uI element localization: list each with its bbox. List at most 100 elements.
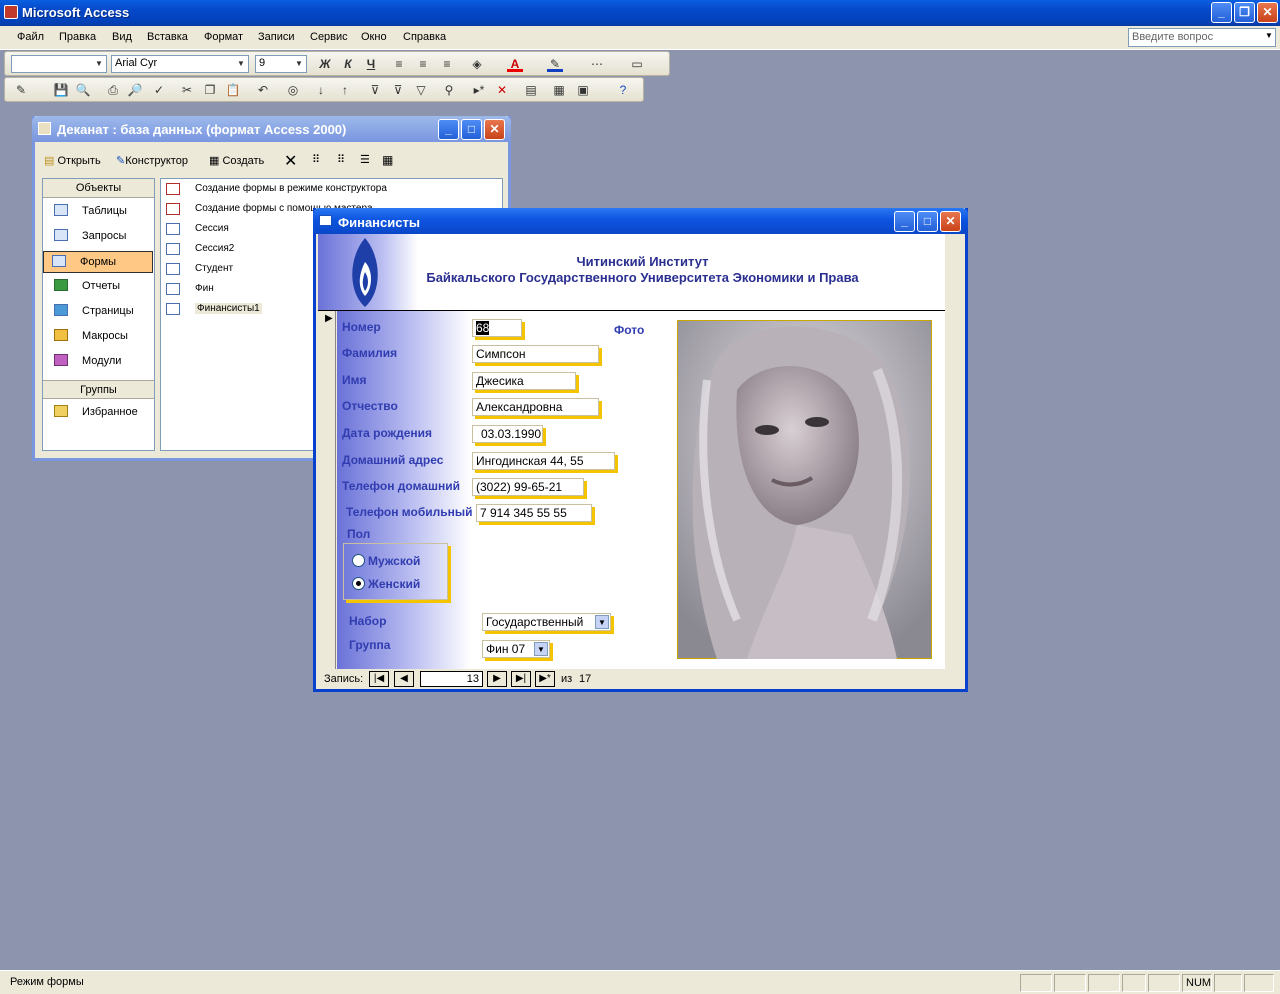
db-minimize-button[interactable]: _ (438, 119, 459, 140)
record-selector[interactable] (318, 311, 336, 669)
form-maximize-button[interactable]: □ (917, 211, 938, 232)
list-item-selected[interactable]: Финансисты1 (166, 301, 306, 319)
menu-window[interactable]: Окно (361, 31, 387, 43)
gender-male-radio[interactable] (352, 554, 365, 567)
underline-icon[interactable]: Ч (363, 56, 379, 72)
filter-selection-icon[interactable]: ⊽ (367, 82, 383, 98)
surname-field[interactable]: Симпсон (472, 345, 599, 363)
intake-dropdown-arrow-icon[interactable]: ▼ (595, 615, 609, 629)
address-field[interactable]: Ингодинская 44, 55 (472, 452, 615, 470)
db-delete-icon[interactable]: ✕ (284, 151, 297, 171)
copy-icon[interactable]: ❐ (202, 82, 218, 98)
menu-edit[interactable]: Правка (59, 31, 96, 43)
object-macros[interactable]: Макросы (46, 326, 152, 348)
help-dropdown-arrow-icon[interactable]: ▼ (1265, 31, 1273, 40)
home-phone-field[interactable]: (3022) 99-65-21 (472, 478, 584, 496)
db-create-button[interactable]: ▦ Создать (209, 154, 264, 167)
name-field[interactable]: Джесика (472, 372, 576, 390)
list-item[interactable]: Сессия2 (166, 241, 306, 259)
properties-icon[interactable]: ▤ (523, 82, 539, 98)
group-combo[interactable]: Фин 07 ▼ (482, 640, 550, 658)
font-color-icon[interactable]: A (507, 56, 523, 72)
italic-icon[interactable]: К (340, 56, 356, 72)
form-close-button[interactable]: ✕ (940, 211, 961, 232)
menu-file[interactable]: Файл (17, 31, 44, 43)
db-maximize-button[interactable]: □ (461, 119, 482, 140)
last-record-button[interactable]: ▶| (511, 671, 531, 687)
menu-insert[interactable]: Вставка (147, 31, 188, 43)
record-number-field[interactable]: 13 (420, 671, 483, 687)
birthdate-field[interactable]: 03.03.1990 (472, 425, 543, 443)
cut-icon[interactable]: ✂ (179, 82, 195, 98)
first-record-button[interactable]: |◀ (369, 671, 389, 687)
list-view-icon[interactable]: ☰ (360, 153, 370, 166)
group-dropdown-arrow-icon[interactable]: ▼ (534, 642, 548, 656)
sort-descending-icon[interactable]: ↑ (337, 82, 353, 98)
help-question-input[interactable]: Введите вопрос (1128, 28, 1276, 47)
align-center-icon[interactable]: ≡ (415, 56, 431, 72)
line-color-icon[interactable]: ✎ (547, 56, 563, 72)
spelling-icon[interactable]: ✓ (151, 82, 167, 98)
previous-record-button[interactable]: ◀ (394, 671, 414, 687)
list-item[interactable]: Сессия (166, 221, 306, 239)
apply-filter-icon[interactable]: ▽ (413, 82, 429, 98)
close-button[interactable]: ✕ (1257, 2, 1278, 23)
number-field[interactable]: 68 (472, 319, 522, 337)
database-window-icon[interactable]: ▦ (551, 82, 567, 98)
print-icon[interactable]: ⎙ (105, 82, 121, 98)
object-modules[interactable]: Модули (46, 351, 152, 373)
special-effect-icon[interactable]: ▭ (629, 56, 645, 72)
minimize-button[interactable]: _ (1211, 2, 1232, 23)
db-open-button[interactable]: ▤ Открыть (44, 154, 101, 167)
search-file-icon[interactable]: 🔍 (75, 82, 91, 98)
db-close-button[interactable]: ✕ (484, 119, 505, 140)
bold-icon[interactable]: Ж (317, 56, 333, 72)
new-record-button[interactable]: ▶* (535, 671, 555, 687)
details-view-icon[interactable]: ▦ (382, 153, 393, 167)
sort-ascending-icon[interactable]: ↓ (313, 82, 329, 98)
object-reports[interactable]: Отчеты (46, 276, 152, 298)
menu-help[interactable]: Справка (403, 31, 446, 43)
object-queries[interactable]: Запросы (46, 226, 152, 248)
restore-button[interactable]: ❐ (1234, 2, 1255, 23)
view-icon[interactable]: ✎ (13, 82, 29, 98)
form-minimize-button[interactable]: _ (894, 211, 915, 232)
undo-icon[interactable]: ↶ (255, 82, 271, 98)
filter-form-icon[interactable]: ⊽ (390, 82, 406, 98)
group-favorites[interactable]: Избранное (46, 402, 152, 424)
db-design-button[interactable]: ✎Конструктор (116, 154, 188, 167)
small-icons-icon[interactable]: ⠿ (337, 153, 345, 166)
gender-female-radio[interactable] (352, 577, 365, 590)
align-left-icon[interactable]: ≡ (391, 56, 407, 72)
print-preview-icon[interactable]: 🔎 (127, 82, 143, 98)
object-combo[interactable]: ▼ (11, 55, 107, 73)
list-item[interactable]: Студент (166, 261, 306, 279)
menu-format[interactable]: Формат (204, 31, 243, 43)
menu-tools[interactable]: Сервис (310, 31, 348, 43)
font-combo[interactable]: Arial Cyr ▼ (111, 55, 249, 73)
border-width-icon[interactable]: ⋯ (589, 56, 605, 72)
find-icon[interactable]: ⚲ (441, 82, 457, 98)
list-item[interactable]: Создание формы в режиме конструктора (166, 181, 496, 199)
object-forms[interactable]: Формы (43, 251, 153, 273)
help-icon[interactable]: ? (615, 82, 631, 98)
next-record-button[interactable]: ▶ (487, 671, 507, 687)
fill-color-icon[interactable]: ◈ (469, 56, 485, 72)
new-object-icon[interactable]: ▣ (575, 82, 591, 98)
mobile-phone-field[interactable]: 7 914 345 55 55 (476, 504, 592, 522)
large-icons-icon[interactable]: ⠿ (312, 153, 320, 166)
menu-records[interactable]: Записи (258, 31, 295, 43)
list-item[interactable]: Фин (166, 281, 306, 299)
menu-view[interactable]: Вид (112, 31, 132, 43)
delete-record-icon[interactable]: ✕ (494, 82, 510, 98)
paste-icon[interactable]: 📋 (225, 82, 241, 98)
hyperlink-icon[interactable]: ◎ (285, 82, 301, 98)
object-pages[interactable]: Страницы (46, 301, 152, 323)
new-record-icon[interactable]: ▸* (471, 82, 487, 98)
patronymic-field[interactable]: Александровна (472, 398, 599, 416)
save-icon[interactable]: 💾 (53, 82, 69, 98)
intake-combo[interactable]: Государственный ▼ (482, 613, 611, 631)
font-size-combo[interactable]: 9 ▼ (255, 55, 307, 73)
align-right-icon[interactable]: ≡ (439, 56, 455, 72)
object-tables[interactable]: Таблицы (46, 201, 152, 223)
